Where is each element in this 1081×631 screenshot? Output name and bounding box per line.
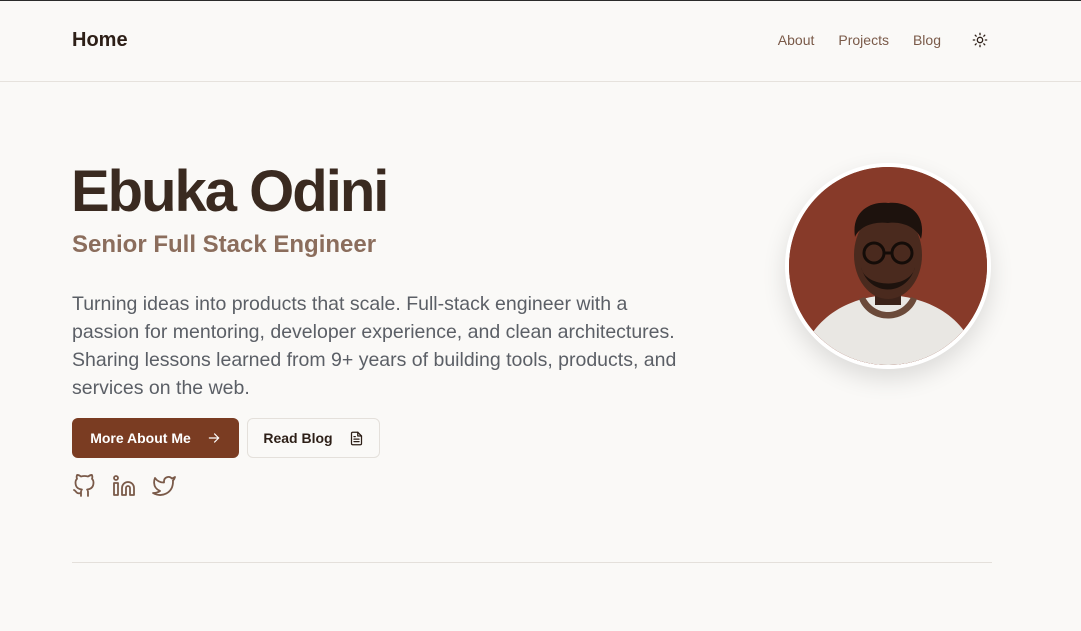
nav-about-link[interactable]: About	[778, 32, 815, 48]
home-link[interactable]: Home	[72, 29, 128, 52]
theme-toggle-button[interactable]	[971, 31, 989, 49]
section-divider	[72, 562, 992, 563]
main-nav: About Projects Blog	[778, 31, 989, 49]
sun-icon	[972, 32, 988, 48]
hero-name: Ebuka Odini	[71, 159, 389, 224]
social-links	[72, 474, 176, 498]
nav-blog-link[interactable]: Blog	[913, 32, 941, 48]
document-icon	[350, 431, 362, 445]
twitter-link[interactable]	[152, 474, 176, 498]
more-about-me-label: More About Me	[90, 430, 191, 446]
profile-avatar	[789, 167, 987, 365]
linkedin-icon	[113, 475, 135, 496]
linkedin-link[interactable]	[112, 474, 136, 498]
site-header: Home About Projects Blog	[0, 1, 1081, 82]
arrow-right-icon	[208, 433, 220, 443]
read-blog-label: Read Blog	[263, 430, 333, 446]
read-blog-button[interactable]: Read Blog	[247, 418, 380, 458]
github-link[interactable]	[72, 474, 96, 498]
github-icon	[73, 474, 95, 497]
hero-role: Senior Full Stack Engineer	[72, 231, 377, 258]
profile-avatar-frame	[785, 163, 991, 369]
more-about-me-button[interactable]: More About Me	[72, 418, 239, 458]
nav-projects-link[interactable]: Projects	[838, 32, 889, 48]
twitter-icon	[152, 476, 176, 496]
hero-bio: Turning ideas into products that scale. …	[72, 293, 677, 399]
profile-photo	[789, 167, 987, 365]
